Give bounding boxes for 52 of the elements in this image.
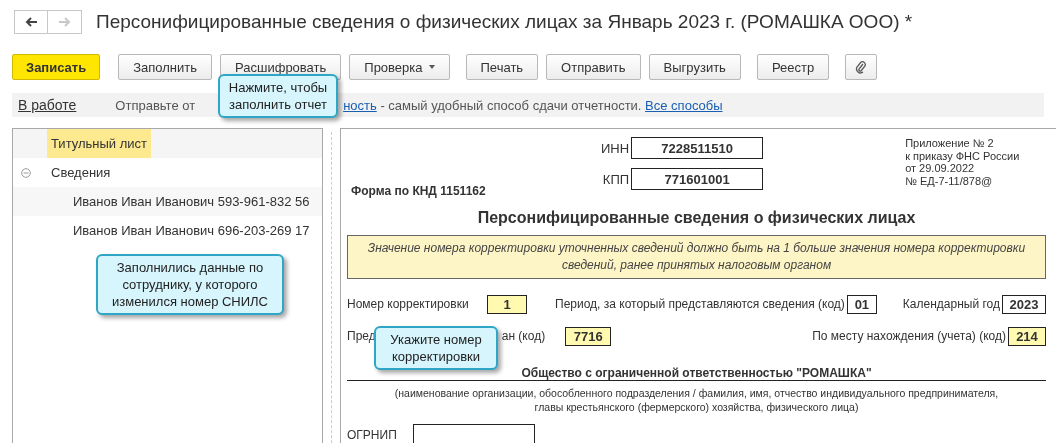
location-field[interactable]: 214 (1008, 326, 1046, 346)
hint-tooltip: Нажмите, чтобы заполнить отчет (218, 74, 338, 118)
year-field[interactable]: 2023 (1002, 294, 1046, 314)
tree-item[interactable]: Титульный лист (47, 129, 151, 158)
field-label: ОГРНИП (347, 428, 398, 442)
back-button[interactable] (14, 10, 48, 34)
dropdown-button[interactable]: Проверка (349, 54, 450, 80)
hint-tooltip: Заполнились данные по сотруднику, у которого изменился номер СНИЛС (96, 254, 284, 315)
field-label: По месту нахождения (учета) (код) (812, 329, 1006, 343)
caption-text: главы крестьянского (фермерского) хозяйства, физического лица) (533, 400, 860, 414)
paperclip-icon (855, 60, 868, 74)
window-title: Персонифицированные сведения о физических лицах за Январь 2023 г. (РОМАШКА ООО) * (96, 11, 913, 33)
form-code: Форма по КНД 1151162 (351, 184, 486, 198)
attach-button[interactable] (845, 54, 878, 80)
field-label: Номер корректировки (347, 297, 470, 311)
form-heading: Персонифицированные сведения о физических лицах (477, 209, 916, 226)
note-text: Значение номера корректировки уточненных сведений должно быть на 1 больше значения номера корректировки сведений, ранее принятых налоговым органом (347, 235, 1046, 279)
back-arrow-icon (24, 16, 38, 28)
collapse-icon[interactable] (21, 167, 31, 178)
period-field[interactable]: 01 (846, 294, 877, 314)
appendix-text: Приложение № 2 (905, 137, 995, 150)
appendix-text: № ЕД-7-11/878@ (905, 174, 994, 187)
authority-field[interactable]: 7716 (565, 326, 612, 346)
toolbar-button[interactable]: Заполнить (118, 54, 213, 80)
appendix-text: от 29.09.2022 (905, 162, 976, 175)
hint-tooltip: Укажите номер корректировки (374, 326, 498, 370)
status-link[interactable]: В работе (18, 97, 77, 113)
info-link[interactable]: ность (343, 97, 377, 113)
field-label: Календарный год (902, 297, 1000, 311)
toolbar-button[interactable]: Выгрузить (648, 54, 741, 80)
kpp-field[interactable]: 771601001 (631, 168, 764, 190)
tree-item[interactable]: Иванов Иван Иванович 696-203-269 17 (69, 216, 314, 245)
tree-item[interactable]: Сведения (47, 158, 115, 187)
toolbar-button[interactable]: Печать (465, 54, 539, 80)
save-button[interactable]: Записать (12, 54, 101, 80)
correction-field[interactable]: 1 (487, 294, 527, 314)
ogrnip-field[interactable] (413, 424, 535, 443)
info-text: - самый удобный способ сдачи отчетности. (379, 97, 642, 113)
organization-name: Общество с ограниченной ответственностью "РОМАШКА" (521, 366, 872, 380)
info-text: Отправьте от (115, 97, 196, 113)
inn-field[interactable]: 7228511510 (631, 137, 764, 159)
field-label: Период, за который представляются сведения (код) (555, 297, 845, 311)
field-label: ИНН (601, 140, 630, 156)
field-label: КПП (602, 171, 630, 187)
toolbar-button[interactable]: Реестр (756, 54, 830, 80)
appendix-text: к приказу ФНС России (905, 149, 1020, 162)
caption-text: (наименование организации, обособленного подразделения / фамилия, имя, отчество индивидуального предпринимателя, (393, 386, 1000, 400)
caret-icon (428, 65, 435, 69)
field-label: ан (код) (501, 329, 546, 343)
toolbar-button[interactable]: Отправить (546, 54, 641, 80)
forward-arrow-icon (57, 16, 72, 28)
all-methods-link[interactable]: Все способы (645, 97, 723, 113)
